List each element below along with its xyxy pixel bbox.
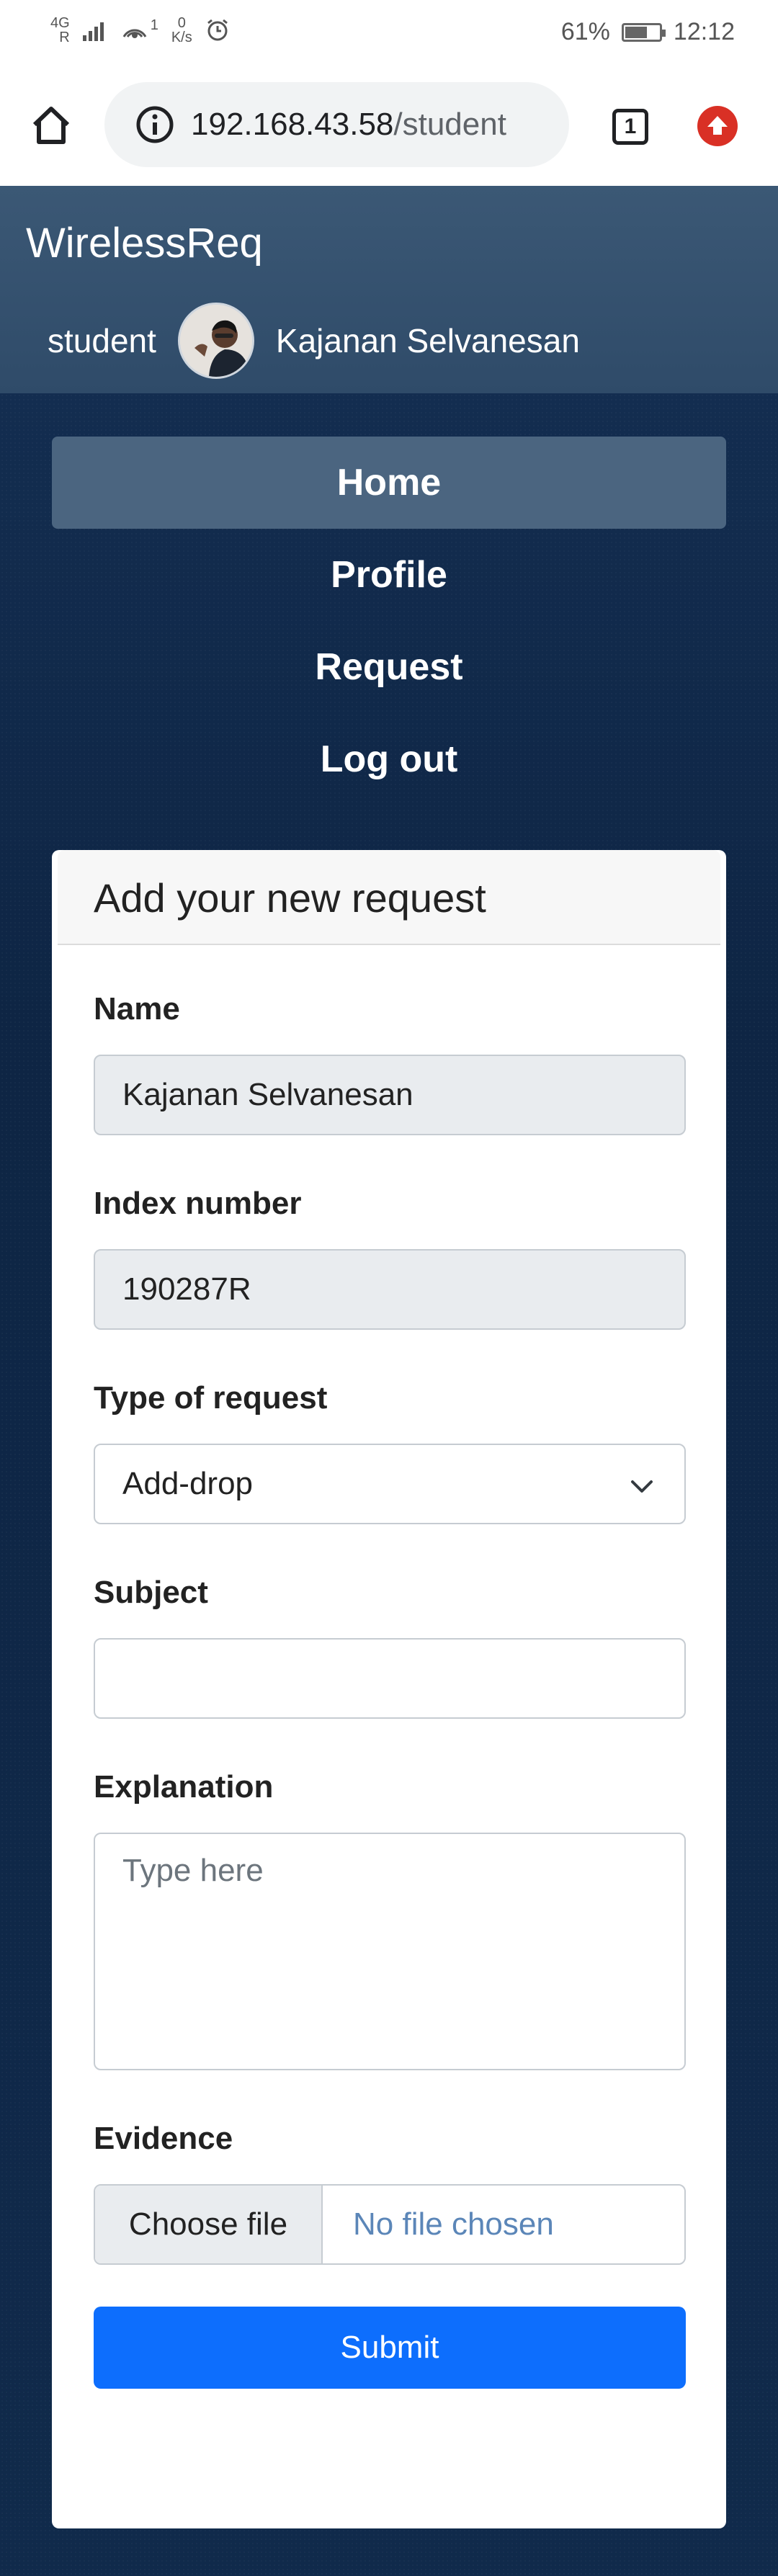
submit-button[interactable]: Submit: [94, 2307, 686, 2389]
explanation-label: Explanation: [94, 1769, 274, 1804]
index-field: 190287R: [94, 1249, 686, 1330]
file-status: No file chosen: [353, 2206, 554, 2242]
name-label: Name: [94, 991, 180, 1027]
battery-percent: 61%: [560, 18, 610, 45]
main-nav: Home Profile Request Log out: [52, 437, 726, 805]
nav-request[interactable]: Request: [52, 621, 726, 713]
address-bar[interactable]: 192.168.43.58/student: [104, 82, 569, 167]
request-form: Name Kajanan Selvanesan Index number 190…: [94, 991, 686, 2389]
url-host: 192.168.43.58: [191, 107, 394, 142]
avatar-photo: [179, 305, 252, 377]
type-group: Type of request Add-drop: [94, 1380, 686, 1524]
type-select[interactable]: Add-drop: [94, 1444, 686, 1524]
subject-group: Subject: [94, 1575, 686, 1719]
nav-profile[interactable]: Profile: [52, 529, 726, 621]
data-rate-unit: K/s: [171, 30, 192, 45]
tabs-icon[interactable]: 1: [612, 109, 648, 145]
user-role: student: [48, 322, 156, 359]
update-icon[interactable]: [697, 106, 738, 146]
hotspot-count: 1: [150, 17, 158, 33]
network-type-text: 4G: [50, 15, 70, 31]
battery-icon: [621, 22, 666, 42]
status-left: 4G R 1 0 K/s: [50, 16, 230, 45]
subject-input[interactable]: [94, 1638, 686, 1719]
subject-label: Subject: [94, 1575, 208, 1610]
hotspot-icon: [122, 29, 147, 38]
network-type: 4G R: [50, 16, 70, 45]
type-label: Type of request: [94, 1380, 328, 1416]
evidence-file-input[interactable]: Choose file No file chosen: [94, 2184, 686, 2265]
data-rate-value: 0: [177, 15, 186, 31]
choose-file-button[interactable]: Choose file: [95, 2186, 323, 2263]
home-icon[interactable]: [29, 103, 73, 148]
name-group: Name Kajanan Selvanesan: [94, 991, 686, 1135]
evidence-group: Evidence Choose file No file chosen: [94, 2121, 686, 2265]
user-name: Kajanan Selvanesan: [275, 322, 580, 359]
card-title: Add your new request: [94, 875, 486, 921]
site-header: WirelessReq student Kajanan Selvanesan: [0, 186, 778, 393]
user-info: student Kajanan Selvanesan: [48, 303, 580, 379]
info-icon[interactable]: [135, 104, 175, 145]
clock: 12:12: [673, 18, 735, 45]
avatar: [177, 303, 254, 379]
request-card: Add your new request Name Kajanan Selvan…: [52, 850, 726, 2528]
update-arrow-icon: [707, 116, 728, 135]
index-group: Index number 190287R: [94, 1186, 686, 1330]
alarm-icon: [207, 19, 228, 41]
browser-toolbar: 192.168.43.58/student 1: [0, 65, 778, 187]
network-roaming-text: R: [59, 30, 70, 45]
explanation-group: Explanation Type here: [94, 1769, 686, 2070]
status-bar: 4G R 1 0 K/s 61% 12:12: [0, 0, 778, 65]
url-path: /student: [393, 107, 506, 142]
data-rate: 0 K/s: [171, 16, 192, 45]
explanation-textarea[interactable]: Type here: [94, 1833, 686, 2070]
brand-title[interactable]: WirelessReq: [26, 219, 263, 267]
name-field: Kajanan Selvanesan: [94, 1055, 686, 1135]
evidence-label: Evidence: [94, 2121, 233, 2156]
signal-icon: [82, 22, 104, 41]
nav-home[interactable]: Home: [52, 437, 726, 529]
status-right: 61% 12:12: [561, 18, 735, 46]
nav-logout[interactable]: Log out: [52, 713, 726, 805]
type-select-value: Add-drop: [122, 1466, 254, 1501]
url-text: 192.168.43.58/student: [191, 107, 506, 143]
explanation-placeholder: Type here: [122, 1853, 264, 1888]
chevron-down-icon: [631, 1480, 653, 1493]
index-label: Index number: [94, 1186, 302, 1221]
